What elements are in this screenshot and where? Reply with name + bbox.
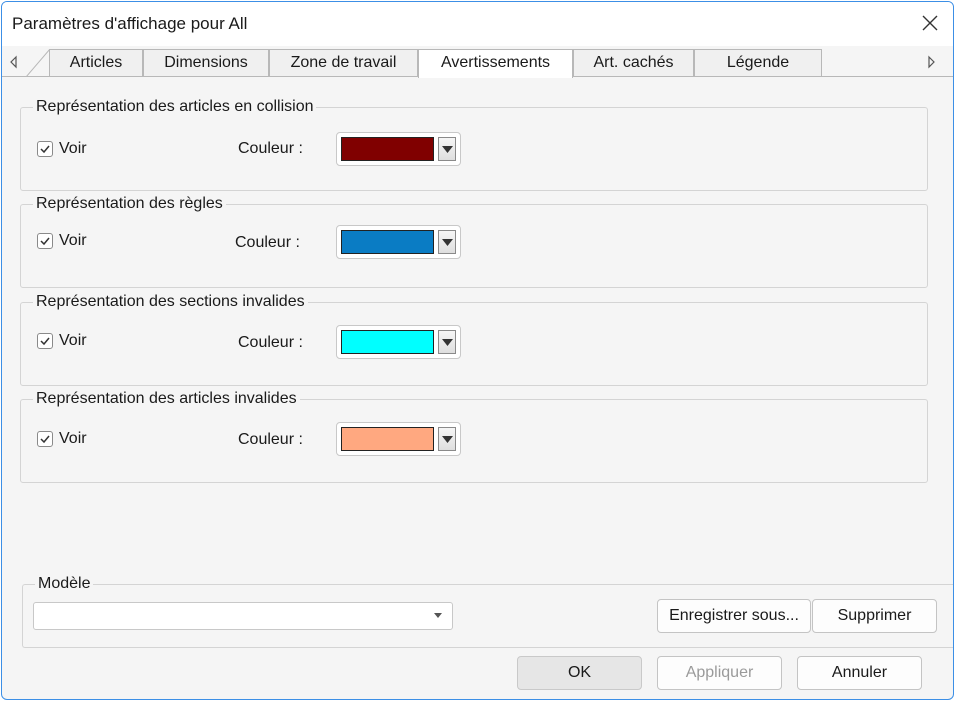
apply-button[interactable]: Appliquer	[657, 656, 782, 690]
triangle-left-icon	[10, 55, 17, 69]
delete-button[interactable]: Supprimer	[812, 599, 937, 633]
color-dropdown-button[interactable]	[438, 330, 456, 354]
color-swatch	[341, 230, 434, 254]
group-title: Représentation des sections invalides	[33, 292, 308, 312]
tab-art-caches[interactable]: Art. cachés	[573, 49, 694, 77]
group-title: Représentation des articles en collision	[33, 97, 317, 117]
ok-button[interactable]: OK	[517, 656, 642, 690]
tab-avertissements[interactable]: Avertissements	[418, 49, 573, 78]
tab-legende[interactable]: Légende	[694, 49, 822, 77]
group-articles-invalides: Représentation des articles invalides Vo…	[20, 389, 928, 483]
tab-dimensions[interactable]: Dimensions	[143, 49, 269, 77]
chevron-down-icon	[442, 339, 453, 346]
tab-zone-de-travail[interactable]: Zone de travail	[269, 49, 418, 77]
close-button[interactable]	[915, 10, 945, 38]
tab-articles[interactable]: Articles	[49, 49, 143, 77]
color-swatch	[341, 427, 434, 451]
tab-scroll-right-button[interactable]	[923, 54, 939, 70]
group-title: Représentation des règles	[33, 194, 226, 214]
voir-checkbox-sections[interactable]	[37, 333, 53, 349]
color-dropdown-button[interactable]	[438, 230, 456, 254]
window-title: Paramètres d'affichage pour All	[12, 14, 248, 33]
voir-checkbox-regles[interactable]	[37, 233, 53, 249]
color-picker-regles[interactable]	[336, 225, 461, 259]
color-dropdown-button[interactable]	[438, 137, 456, 161]
voir-checkbox-collision[interactable]	[37, 141, 53, 157]
color-swatch	[341, 137, 434, 161]
voir-label: Voir	[59, 232, 87, 249]
checkmark-icon	[40, 145, 50, 154]
save-as-button[interactable]: Enregistrer sous...	[657, 599, 811, 633]
chevron-down-icon	[442, 436, 453, 443]
voir-label: Voir	[59, 430, 87, 447]
group-regles: Représentation des règles Voir Couleur :	[20, 194, 928, 288]
chevron-down-icon	[442, 146, 453, 153]
color-picker-sections[interactable]	[336, 325, 461, 359]
chevron-down-icon	[434, 613, 442, 618]
triangle-right-icon	[928, 55, 935, 69]
couleur-label: Couleur :	[235, 234, 300, 251]
color-swatch	[341, 330, 434, 354]
color-picker-articles-invalides[interactable]	[336, 422, 461, 456]
voir-label: Voir	[59, 332, 87, 349]
color-dropdown-button[interactable]	[438, 427, 456, 451]
couleur-label: Couleur :	[238, 334, 303, 351]
modele-combobox[interactable]	[33, 602, 453, 630]
voir-label: Voir	[59, 140, 87, 157]
close-icon	[922, 15, 938, 31]
color-picker-collision[interactable]	[336, 132, 461, 166]
title-bar: Paramètres d'affichage pour All	[2, 2, 953, 46]
group-articles-en-collision: Représentation des articles en collision…	[20, 97, 928, 191]
dialog-window: Paramètres d'affichage pour All Articles…	[1, 1, 954, 700]
modele-title: Modèle	[35, 574, 94, 594]
couleur-label: Couleur :	[238, 140, 303, 157]
checkmark-icon	[40, 237, 50, 246]
checkmark-icon	[40, 337, 50, 346]
tab-scroll-left-button[interactable]	[6, 54, 22, 70]
group-title: Représentation des articles invalides	[33, 389, 300, 409]
voir-checkbox-articles-invalides[interactable]	[37, 431, 53, 447]
tab-strip: Articles Dimensions Zone de travail Aver…	[2, 46, 953, 78]
cancel-button[interactable]: Annuler	[797, 656, 922, 690]
chevron-down-icon	[442, 239, 453, 246]
checkmark-icon	[40, 435, 50, 444]
group-sections-invalides: Représentation des sections invalides Vo…	[20, 292, 928, 386]
couleur-label: Couleur :	[238, 431, 303, 448]
